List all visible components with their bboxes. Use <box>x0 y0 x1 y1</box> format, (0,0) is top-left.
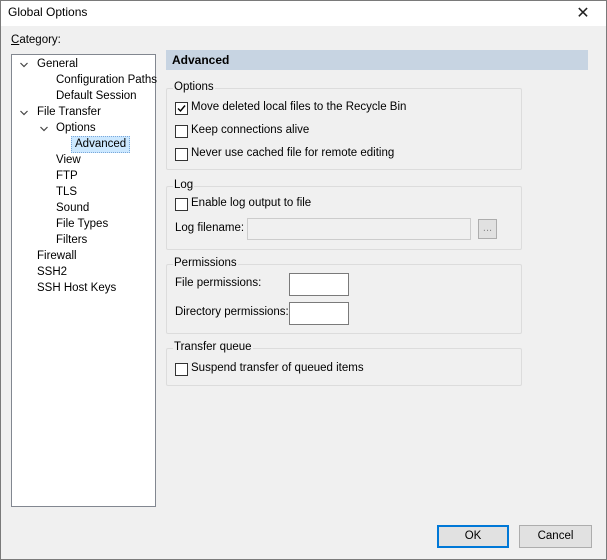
enable-log-checkbox[interactable] <box>175 198 188 211</box>
tree-item-ftp[interactable]: FTP <box>56 169 78 184</box>
suspend-transfer-label[interactable]: Suspend transfer of queued items <box>191 362 364 374</box>
tree-item-default-session[interactable]: Default Session <box>56 89 137 104</box>
log-filename-input[interactable] <box>247 218 471 240</box>
chevron-down-icon[interactable] <box>19 108 29 118</box>
options-group-legend: Options <box>173 81 215 93</box>
enable-log-label[interactable]: Enable log output to file <box>191 197 311 209</box>
never-cached-label[interactable]: Never use cached file for remote editing <box>191 147 394 159</box>
tree-item-tls[interactable]: TLS <box>56 185 77 200</box>
tree-item-file-transfer[interactable]: File Transfer <box>37 105 101 120</box>
tree-item-configuration-paths[interactable]: Configuration Paths <box>56 73 157 88</box>
tree-item-firewall[interactable]: Firewall <box>37 249 77 264</box>
never-cached-checkbox[interactable] <box>175 148 188 161</box>
directory-permissions-input[interactable] <box>289 302 349 325</box>
tree-item-options[interactable]: Options <box>56 121 96 136</box>
keep-alive-checkbox[interactable] <box>175 125 188 138</box>
cancel-button[interactable]: Cancel <box>519 525 592 548</box>
window-title: Global Options <box>8 5 88 19</box>
tree-item-view[interactable]: View <box>56 153 81 168</box>
tree-item-file-types[interactable]: File Types <box>56 217 108 232</box>
close-icon[interactable]: ✕ <box>573 3 593 23</box>
panel-header: Advanced <box>166 50 588 70</box>
move-deleted-label[interactable]: Move deleted local files to the Recycle … <box>191 101 406 113</box>
ok-button[interactable]: OK <box>437 525 509 548</box>
tree-item-advanced[interactable]: Advanced <box>71 136 131 153</box>
keep-alive-label[interactable]: Keep connections alive <box>191 124 309 136</box>
directory-permissions-label: Directory permissions: <box>175 306 289 318</box>
file-permissions-label: File permissions: <box>175 277 262 289</box>
transfer-queue-group-legend: Transfer queue <box>173 341 253 353</box>
tree-item-sound[interactable]: Sound <box>56 201 89 216</box>
checkmark-icon <box>177 105 186 113</box>
chevron-down-icon[interactable] <box>39 124 49 134</box>
move-deleted-checkbox[interactable] <box>175 102 188 115</box>
log-filename-label: Log filename: <box>175 222 245 234</box>
title-bar <box>0 0 607 26</box>
panel-title: Advanced <box>172 53 230 67</box>
category-tree[interactable]: General Configuration Paths Default Sess… <box>11 54 157 507</box>
suspend-transfer-checkbox[interactable] <box>175 363 188 376</box>
permissions-group-legend: Permissions <box>173 257 238 269</box>
tree-item-filters[interactable]: Filters <box>56 233 87 248</box>
tree-item-ssh-host-keys[interactable]: SSH Host Keys <box>37 281 116 296</box>
file-permissions-input[interactable] <box>289 273 349 296</box>
log-group-legend: Log <box>173 179 195 191</box>
log-browse-button[interactable]: ... <box>478 219 497 239</box>
chevron-down-icon[interactable] <box>19 60 29 70</box>
category-label: Category: <box>11 34 61 46</box>
tree-item-general[interactable]: General <box>37 57 78 72</box>
tree-item-ssh2[interactable]: SSH2 <box>37 265 67 280</box>
